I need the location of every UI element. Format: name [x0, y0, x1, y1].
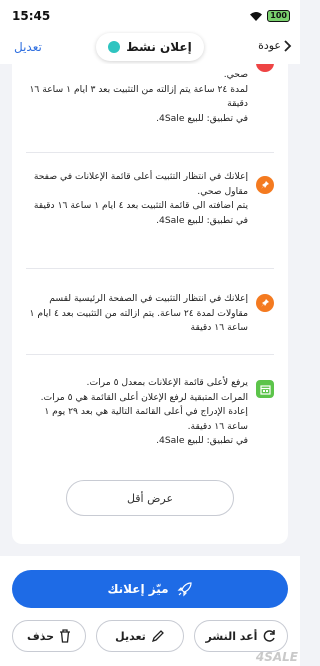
repost-icon [264, 630, 276, 642]
battery-icon: 100 [267, 10, 290, 22]
pencil-icon [151, 630, 164, 643]
chevron-right-icon [284, 39, 292, 52]
trash-icon [60, 629, 71, 643]
back-button[interactable]: عودة [258, 39, 292, 52]
delete-button[interactable]: حذف [12, 620, 86, 652]
calendar-icon [256, 380, 274, 398]
edit-button[interactable]: تعديل [96, 620, 184, 652]
pin-icon [256, 294, 274, 312]
promote-label: ميّز إعلانك [107, 582, 169, 596]
repost-button[interactable]: أعد النشر [194, 620, 288, 652]
edit-label: تعديل [115, 629, 146, 643]
notifications-card: صحي. لمدة ٢٤ ساعة يتم إزالته من التثبيت … [12, 64, 288, 544]
header: تعديل إعلان نشط عودة [0, 32, 300, 64]
delete-label: حذف [26, 629, 55, 643]
rocket-icon [177, 582, 192, 597]
notification-text: إعلانك في انتظار التثبيت أعلى قائمة الإع… [33, 171, 248, 226]
repost-label: أعد النشر [205, 629, 258, 643]
header-edit-link[interactable]: تعديل [14, 40, 42, 54]
status-bar: 15:45 100 [0, 0, 300, 32]
pin-icon [256, 176, 274, 194]
divider [26, 268, 274, 269]
notification-item: يرفع لأعلى قائمة الإعلانات بمعدل ٥ مرات.… [12, 376, 288, 460]
notification-item: إعلانك في انتظار التثبيت في الصفحة الرئي… [12, 292, 288, 342]
status-icons: 100 [249, 10, 290, 22]
back-label: عودة [258, 39, 281, 52]
promote-ad-button[interactable]: ميّز إعلانك [12, 570, 288, 608]
notification-item: صحي. لمدة ٢٤ ساعة يتم إزالته من التثبيت … [12, 68, 288, 140]
show-less-button[interactable]: عرض أقل [66, 480, 234, 516]
status-time: 15:45 [12, 9, 51, 23]
divider [26, 354, 274, 355]
brand-watermark: 4SALE [255, 650, 298, 664]
notification-item: إعلانك في انتظار التثبيت أعلى قائمة الإع… [12, 170, 288, 262]
notification-text: صحي. لمدة ٢٤ ساعة يتم إزالته من التثبيت … [29, 69, 248, 124]
ad-status-label: إعلان نشط [126, 40, 192, 54]
notification-text: إعلانك في انتظار التثبيت في الصفحة الرئي… [29, 293, 248, 333]
divider [26, 152, 274, 153]
notification-text: يرفع لأعلى قائمة الإعلانات بمعدل ٥ مرات.… [40, 377, 248, 446]
ad-status-pill[interactable]: إعلان نشط [96, 33, 204, 61]
action-panel: ميّز إعلانك أعد النشر تعديل حذف 4SALE [0, 556, 300, 666]
active-status-dot [108, 41, 121, 53]
wifi-icon [250, 11, 263, 21]
